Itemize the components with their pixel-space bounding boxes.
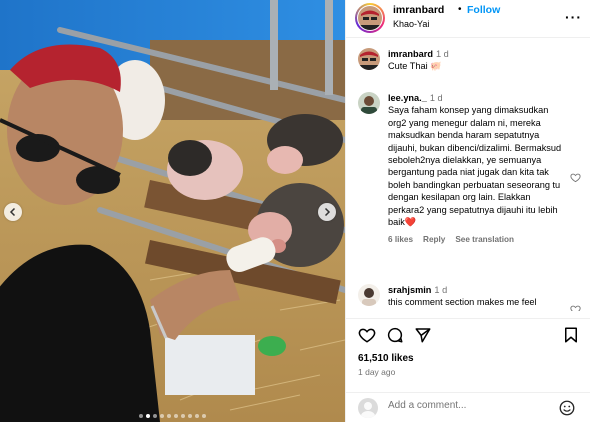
commenter-avatar[interactable] (358, 284, 380, 306)
bookmark-icon[interactable] (562, 326, 580, 344)
carousel-dot (188, 414, 192, 418)
carousel-dot (202, 414, 206, 418)
reply-button[interactable]: Reply (423, 234, 445, 246)
carousel-next-button[interactable] (318, 203, 336, 221)
comment-item: imranbard 1 d Cute Thai 🐖 (358, 48, 583, 84)
heart-icon[interactable] (358, 326, 376, 344)
add-comment-bar (346, 392, 590, 422)
author-avatar[interactable] (355, 3, 385, 33)
commenter-avatar[interactable] (358, 92, 380, 114)
post-actions: 61,510 likes 1 day ago (346, 318, 590, 398)
see-translation-button[interactable]: See translation (455, 234, 514, 246)
chevron-left-icon (9, 207, 16, 217)
comment-text: Saya faham konsep yang dimaksudkan org2 … (388, 105, 562, 228)
comment-time: 1 d (434, 285, 448, 295)
carousel-dot-active (146, 414, 150, 418)
carousel-dot (139, 414, 143, 418)
send-icon[interactable] (414, 326, 432, 344)
comment-body: imranbard 1 d Cute Thai 🐖 (388, 48, 566, 73)
comment-body: lee.yna._ 1 d Saya faham konsep yang dima… (388, 92, 566, 247)
current-user-avatar (358, 398, 378, 418)
carousel-indicator (0, 414, 345, 418)
instagram-post: imranbard • Follow Khao-Yai ··· imranbar… (0, 0, 590, 422)
more-options-button[interactable]: ··· (565, 9, 582, 25)
comment-like-icon[interactable] (570, 172, 581, 183)
comment-likes[interactable]: 6 likes (388, 234, 413, 246)
comment-item: srahjsmin 1 d this comment section makes … (358, 284, 583, 311)
add-comment-input[interactable] (388, 400, 538, 411)
post-side-panel: imranbard • Follow Khao-Yai ··· imranbar… (345, 0, 590, 422)
carousel-dot (153, 414, 157, 418)
smiley-icon[interactable] (558, 399, 576, 417)
carousel-dot (160, 414, 164, 418)
comment-username[interactable]: lee.yna._ (388, 93, 427, 103)
carousel-prev-button[interactable] (4, 203, 22, 221)
comment-username[interactable]: imranbard (388, 49, 433, 59)
carousel-dot (174, 414, 178, 418)
comment-text: this comment section makes me feel (388, 297, 537, 308)
comments-list[interactable]: imranbard 1 d Cute Thai 🐖 lee.yna._ 1 d … (346, 39, 590, 311)
post-header: imranbard • Follow Khao-Yai ··· (346, 0, 590, 38)
carousel-dot (181, 414, 185, 418)
post-date[interactable]: 1 day ago (358, 367, 395, 377)
post-location[interactable]: Khao-Yai (393, 19, 429, 29)
author-username[interactable]: imranbard (393, 4, 444, 16)
comment-meta: 6 likes Reply See translation (388, 234, 566, 246)
comment-time: 1 d (429, 93, 443, 103)
avatar-image (358, 48, 380, 70)
commenter-avatar[interactable] (358, 48, 380, 70)
comment-text: Cute Thai 🐖 (388, 61, 442, 72)
avatar-image (358, 6, 382, 30)
avatar-image (358, 92, 380, 114)
comment-like-icon[interactable] (570, 304, 581, 311)
avatar-image (358, 284, 380, 306)
post-photo[interactable] (0, 0, 345, 422)
default-avatar-icon (361, 402, 375, 418)
chevron-right-icon (324, 207, 331, 217)
photo-pigs-feeding (0, 0, 345, 422)
comment-username[interactable]: srahjsmin (388, 285, 431, 295)
comment-time: 1 d (435, 49, 449, 59)
follow-button[interactable]: Follow (467, 4, 500, 16)
comment-item: lee.yna._ 1 d Saya faham konsep yang dima… (358, 92, 583, 262)
like-count[interactable]: 61,510 likes (358, 353, 414, 364)
carousel-dot (195, 414, 199, 418)
carousel-dot (167, 414, 171, 418)
comment-icon[interactable] (386, 326, 404, 344)
header-separator: • (458, 4, 462, 15)
comment-body: srahjsmin 1 d this comment section makes … (388, 284, 566, 309)
